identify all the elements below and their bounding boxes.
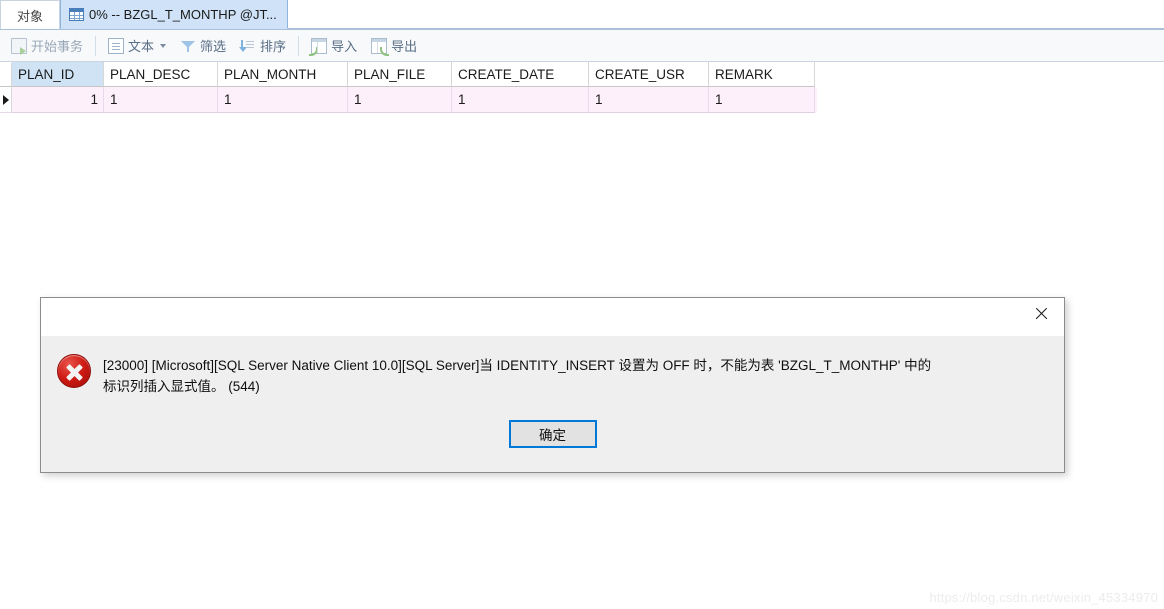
column-header-plan-desc[interactable]: PLAN_DESC [104, 62, 218, 87]
table-export-icon [371, 37, 390, 56]
tab-objects-label: 对象 [17, 8, 44, 24]
watermark: https://blog.csdn.net/weixin_45334970 [929, 590, 1158, 605]
begin-transaction-label: 开始事务 [31, 39, 84, 54]
data-grid-body: 1111111 [0, 87, 817, 113]
sort-button[interactable]: 排序 [233, 34, 293, 58]
import-button[interactable]: 导入 [304, 34, 364, 58]
error-message-line-1: [23000] [Microsoft][SQL Server Native Cl… [103, 358, 932, 373]
column-header-create-usr[interactable]: CREATE_USR [589, 62, 709, 87]
text-label: 文本 [128, 39, 155, 54]
document-icon [108, 37, 125, 54]
begin-transaction-button[interactable]: 开始事务 [4, 34, 90, 58]
error-message-line-2: 标识列插入显式值。 (544) [103, 379, 260, 394]
chevron-down-icon[interactable] [160, 43, 167, 48]
dialog-body: [23000] [Microsoft][SQL Server Native Cl… [41, 336, 1064, 397]
cell-plan-desc[interactable]: 1 [104, 87, 218, 113]
error-dialog: [23000] [Microsoft][SQL Server Native Cl… [40, 297, 1065, 473]
close-icon [1034, 306, 1049, 321]
column-header-create-date[interactable]: CREATE_DATE [452, 62, 589, 87]
dialog-button-row: 确定 [41, 420, 1064, 448]
data-grid: PLAN_ID PLAN_DESC PLAN_MONTH PLAN_FILE CREAT… [0, 62, 817, 113]
error-circle-icon [57, 354, 91, 388]
grid-table-icon [69, 7, 85, 21]
import-label: 导入 [331, 39, 358, 54]
filter-label: 筛选 [200, 39, 227, 54]
data-grid-header: PLAN_ID PLAN_DESC PLAN_MONTH PLAN_FILE CREAT… [0, 62, 817, 87]
sort-icon [239, 38, 256, 54]
error-message: [23000] [Microsoft][SQL Server Native Cl… [103, 350, 931, 397]
ok-button[interactable]: 确定 [508, 420, 597, 448]
toolbar-separator [95, 35, 97, 56]
tab-table-data[interactable]: 0% -- BZGL_T_MONTHP @JT... [60, 0, 288, 29]
grid-corner-cell[interactable] [0, 62, 12, 87]
application-window: 对象 0% -- BZGL_T_MONTHP @JT... 开始事务 文本 筛选 [0, 0, 1164, 609]
column-header-plan-file[interactable]: PLAN_FILE [348, 62, 452, 87]
current-row-arrow[interactable] [0, 87, 12, 113]
tab-table-data-label: 0% -- BZGL_T_MONTHP @JT... [89, 6, 277, 22]
column-header-plan-month[interactable]: PLAN_MONTH [218, 62, 348, 87]
cell-plan-id[interactable]: 1 [12, 87, 104, 113]
dialog-close-button[interactable] [1018, 298, 1064, 328]
table-import-icon [309, 37, 328, 56]
export-button[interactable]: 导出 [364, 34, 424, 58]
sort-label: 排序 [260, 39, 287, 54]
cell-plan-month[interactable]: 1 [218, 87, 348, 113]
text-button[interactable]: 文本 [101, 34, 173, 58]
tab-strip: 对象 0% -- BZGL_T_MONTHP @JT... [0, 0, 1164, 30]
cell-create-date[interactable]: 1 [452, 87, 589, 113]
column-header-plan-id[interactable]: PLAN_ID [12, 62, 104, 87]
column-header-remark[interactable]: REMARK [709, 62, 815, 87]
table-row[interactable]: 1111111 [0, 87, 817, 113]
funnel-icon [180, 38, 196, 54]
dialog-title-bar [41, 298, 1064, 336]
tab-strip-empty-area [287, 0, 1164, 29]
cell-create-usr[interactable]: 1 [589, 87, 709, 113]
cell-plan-file[interactable]: 1 [348, 87, 452, 113]
tab-objects[interactable]: 对象 [0, 0, 61, 29]
cell-remark[interactable]: 1 [709, 87, 815, 113]
transaction-icon [11, 37, 27, 55]
toolbar-separator [298, 35, 300, 56]
filter-button[interactable]: 筛选 [173, 34, 233, 58]
toolbar: 开始事务 文本 筛选 排序 导入 导出 [0, 30, 1164, 62]
export-label: 导出 [391, 39, 418, 54]
